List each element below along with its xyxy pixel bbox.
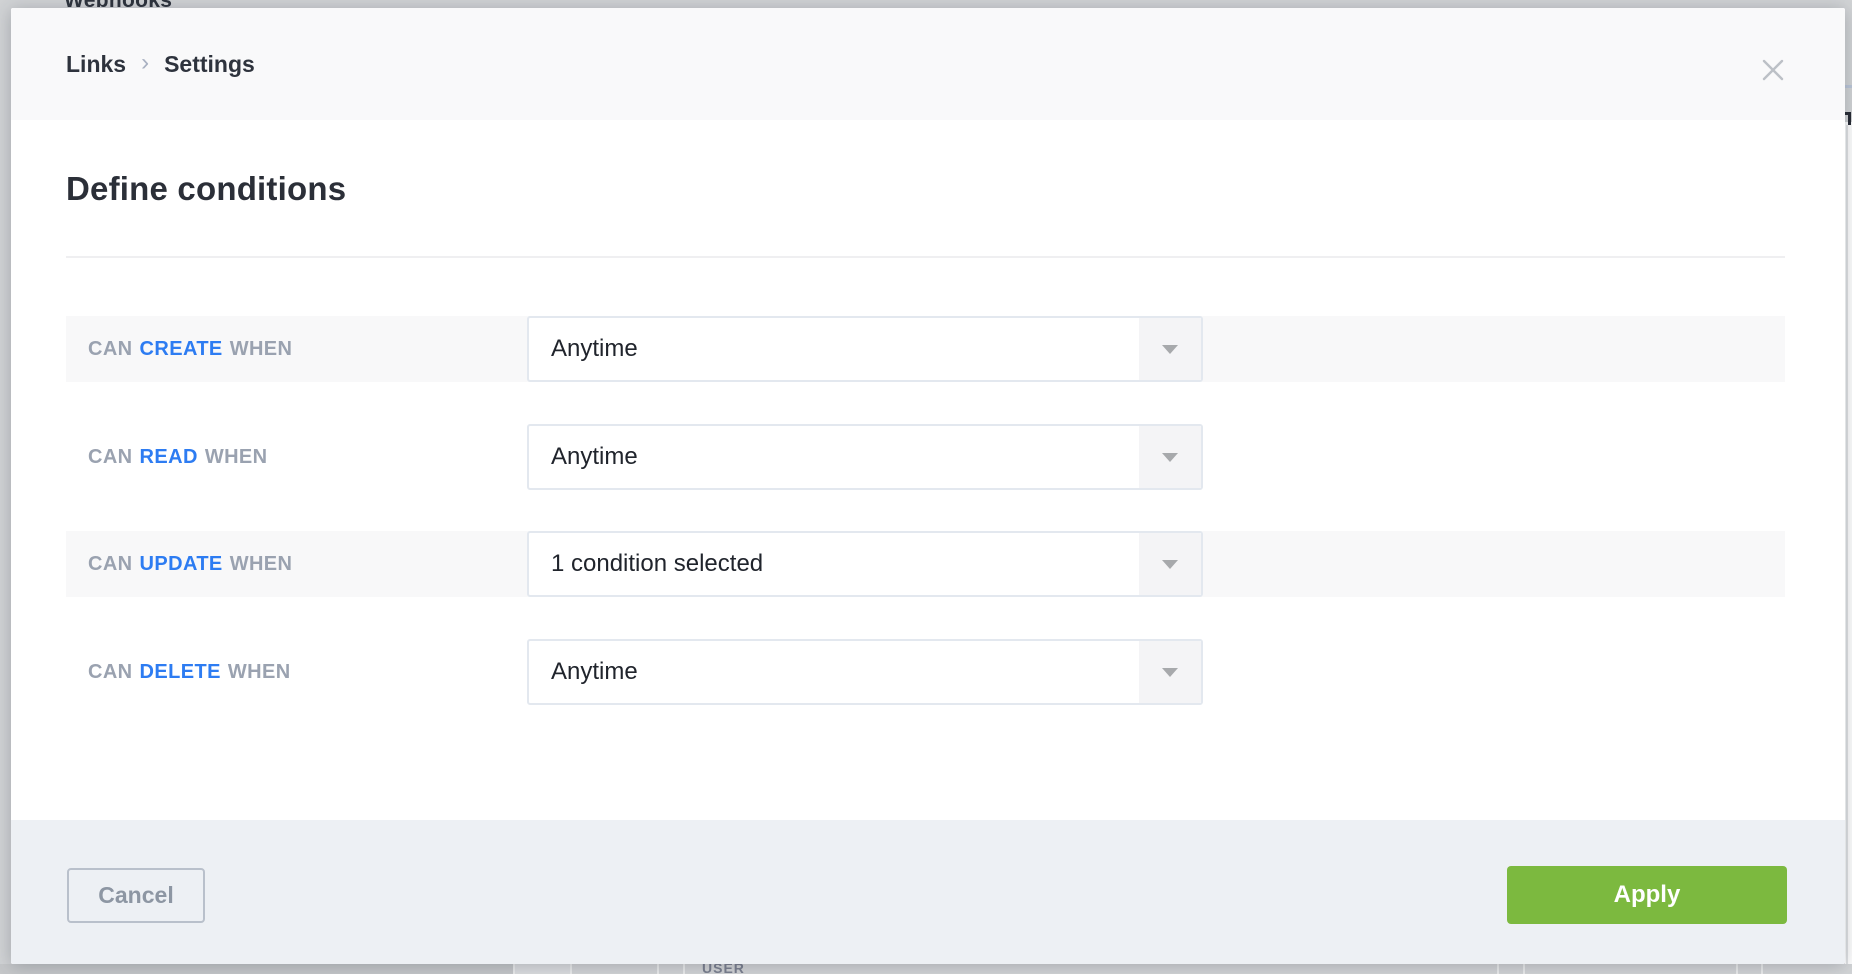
apply-button[interactable]: Apply	[1507, 866, 1787, 924]
chevron-down-icon	[1162, 345, 1178, 354]
chevron-down-icon	[1162, 453, 1178, 462]
dropdown-caret-zone	[1139, 533, 1201, 595]
close-icon	[1761, 58, 1785, 82]
label-prefix: CAN	[88, 661, 133, 684]
breadcrumb-item-settings[interactable]: Settings	[164, 51, 255, 78]
permission-row-update: CAN UPDATE WHEN 1 condition selected	[66, 531, 1785, 597]
background-table-segment	[513, 964, 570, 974]
background-column-separator	[513, 964, 515, 974]
background-page-right-edge	[1845, 0, 1852, 974]
label-verb: READ	[140, 446, 198, 469]
background-column-separator	[1523, 964, 1525, 974]
label-verb: CREATE	[140, 338, 223, 361]
label-verb: UPDATE	[140, 553, 223, 576]
dropdown-value: Anytime	[551, 318, 638, 380]
page-title: Define conditions	[66, 170, 346, 208]
background-column-separator	[1736, 964, 1738, 974]
background-column-separator	[683, 964, 685, 974]
background-column-separator	[1497, 964, 1499, 974]
permission-row-read: CAN READ WHEN Anytime	[66, 424, 1785, 490]
background-column-separator	[570, 964, 572, 974]
background-page-top-edge: Webhooks	[0, 0, 1852, 8]
dropdown-value: 1 condition selected	[551, 533, 763, 595]
screen: Webhooks USER Links › Settings	[0, 0, 1852, 974]
background-table-header-edge: USER	[0, 964, 1852, 974]
background-panel-fragment	[1845, 0, 1852, 122]
permission-row-delete: CAN DELETE WHEN Anytime	[66, 639, 1785, 705]
permission-row-create: CAN CREATE WHEN Anytime	[66, 316, 1785, 382]
dropdown-value: Anytime	[551, 641, 638, 703]
label-suffix: WHEN	[228, 661, 291, 684]
background-column-separator	[657, 964, 659, 974]
permission-label: CAN DELETE WHEN	[88, 639, 291, 705]
label-prefix: CAN	[88, 553, 133, 576]
breadcrumb: Links › Settings	[66, 8, 255, 120]
dropdown-caret-zone	[1139, 641, 1201, 703]
background-table-segment	[0, 964, 513, 974]
permission-label: CAN CREATE WHEN	[88, 316, 292, 382]
delete-condition-dropdown[interactable]: Anytime	[527, 639, 1203, 705]
create-condition-dropdown[interactable]: Anytime	[527, 316, 1203, 382]
permission-label: CAN READ WHEN	[88, 424, 268, 490]
label-prefix: CAN	[88, 338, 133, 361]
permission-label: CAN UPDATE WHEN	[88, 531, 292, 597]
label-suffix: WHEN	[230, 553, 293, 576]
settings-modal: Links › Settings Define conditions CAN C…	[11, 8, 1845, 964]
dropdown-caret-zone	[1139, 318, 1201, 380]
background-page-title-fragment: Webhooks	[64, 0, 172, 8]
read-condition-dropdown[interactable]: Anytime	[527, 424, 1203, 490]
update-condition-dropdown[interactable]: 1 condition selected	[527, 531, 1203, 597]
dropdown-caret-zone	[1139, 426, 1201, 488]
divider	[66, 256, 1785, 258]
breadcrumb-item-links[interactable]: Links	[66, 51, 126, 78]
modal-footer: Cancel Apply	[11, 820, 1845, 964]
label-suffix: WHEN	[205, 446, 268, 469]
chevron-right-icon: ›	[141, 49, 149, 77]
modal-body: Define conditions CAN CREATE WHEN Anytim…	[11, 120, 1845, 820]
modal-header: Links › Settings	[11, 8, 1845, 120]
cancel-button[interactable]: Cancel	[67, 868, 205, 923]
close-button[interactable]	[1759, 56, 1787, 84]
label-verb: DELETE	[140, 661, 221, 684]
background-text-fragment	[1845, 112, 1851, 125]
chevron-down-icon	[1162, 560, 1178, 569]
label-prefix: CAN	[88, 446, 133, 469]
dropdown-value: Anytime	[551, 426, 638, 488]
background-user-column-header: USER	[702, 964, 745, 974]
label-suffix: WHEN	[230, 338, 293, 361]
chevron-down-icon	[1162, 668, 1178, 677]
background-divider-fragment	[1845, 85, 1852, 88]
background-column-separator	[1761, 964, 1763, 974]
background-border-fragment	[1846, 125, 1848, 974]
